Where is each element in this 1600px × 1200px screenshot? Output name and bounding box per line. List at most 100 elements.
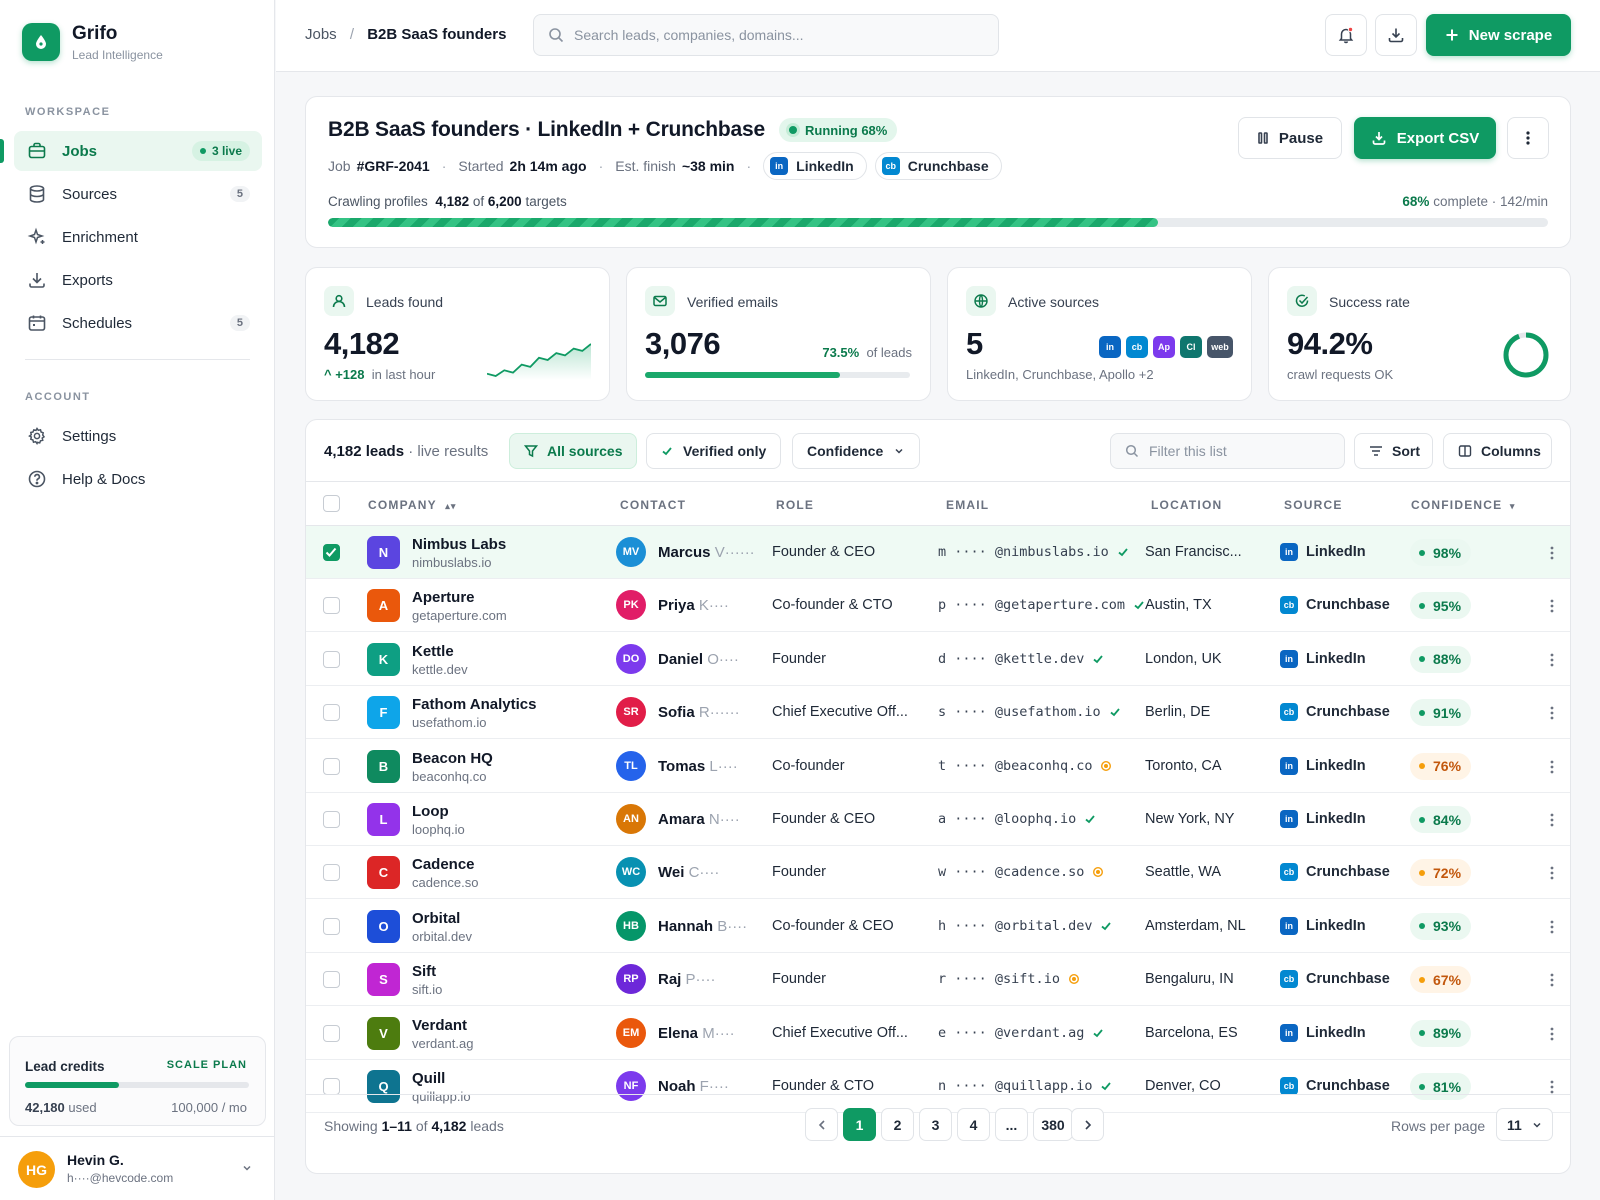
sidebar-item-help[interactable]: Help & Docs	[14, 459, 262, 499]
row-more-icon[interactable]	[1542, 703, 1562, 723]
contact-email[interactable]: t ···· @beaconhq.co	[938, 758, 1112, 774]
row-checkbox[interactable]	[323, 704, 340, 722]
column-role[interactable]: ROLE	[776, 498, 814, 512]
download-button[interactable]	[1375, 14, 1417, 56]
table-row[interactable]: L Loop loophq.io AN Amara N···· Founder …	[306, 793, 1570, 846]
source-pill-linkedin[interactable]: in LinkedIn	[763, 152, 867, 180]
next-page-button[interactable]	[1071, 1108, 1104, 1141]
company-name[interactable]: Orbital	[412, 910, 460, 927]
company-name[interactable]: Quill	[412, 1070, 445, 1087]
contact-email[interactable]: p ···· @getaperture.com	[938, 597, 1145, 613]
row-more-icon[interactable]	[1542, 596, 1562, 616]
contact-email[interactable]: w ···· @cadence.so	[938, 864, 1104, 880]
row-more-icon[interactable]	[1542, 543, 1562, 563]
table-row[interactable]: N Nimbus Labs nimbuslabs.io MV Marcus V·…	[306, 526, 1570, 579]
row-checkbox[interactable]	[323, 1078, 340, 1095]
company-name[interactable]: Verdant	[412, 1017, 467, 1034]
row-checkbox[interactable]	[323, 917, 340, 935]
contact-name[interactable]: Raj P····	[658, 971, 716, 988]
table-row[interactable]: O Orbital orbital.dev HB Hannah B···· Co…	[306, 900, 1570, 953]
table-row[interactable]: B Beacon HQ beaconhq.co TL Tomas L···· C…	[306, 740, 1570, 793]
notifications-button[interactable]	[1325, 14, 1367, 56]
company-name[interactable]: Cadence	[412, 856, 475, 873]
filter-all-sources[interactable]: All sources	[509, 433, 638, 469]
contact-email[interactable]: e ···· @verdant.ag	[938, 1025, 1104, 1041]
row-checkbox[interactable]	[323, 544, 340, 561]
contact-email[interactable]: m ···· @nimbuslabs.io	[938, 544, 1129, 560]
contact-email[interactable]: h ···· @orbital.dev	[938, 918, 1112, 934]
sidebar-item-schedules[interactable]: Schedules 5	[14, 303, 262, 343]
contact-name[interactable]: Wei C····	[658, 864, 719, 881]
search-input[interactable]: Search leads, companies, domains...	[533, 14, 999, 56]
sidebar-item-exports[interactable]: Exports	[14, 260, 262, 300]
table-row[interactable]: C Cadence cadence.so WC Wei C···· Founde…	[306, 846, 1570, 900]
company-name[interactable]: Aperture	[412, 589, 475, 606]
select-all-checkbox[interactable]	[323, 495, 340, 512]
row-more-icon[interactable]	[1542, 863, 1562, 883]
row-checkbox[interactable]	[323, 650, 340, 668]
pause-button[interactable]: Pause	[1238, 117, 1342, 159]
contact-name[interactable]: Amara N····	[658, 811, 740, 828]
export-csv-button[interactable]: Export CSV	[1354, 117, 1496, 159]
company-name[interactable]: Kettle	[412, 643, 454, 660]
table-row[interactable]: V Verdant verdant.ag EM Elena M···· Chie…	[306, 1007, 1570, 1060]
company-name[interactable]: Fathom Analytics	[412, 696, 536, 713]
column-location[interactable]: LOCATION	[1151, 498, 1222, 512]
contact-email[interactable]: d ···· @kettle.dev	[938, 651, 1104, 667]
logo[interactable]	[22, 23, 60, 61]
contact-email[interactable]: s ···· @usefathom.io	[938, 704, 1121, 720]
sidebar-item-sources[interactable]: Sources 5	[14, 174, 262, 214]
column-contact[interactable]: CONTACT	[620, 498, 686, 512]
company-name[interactable]: Beacon HQ	[412, 750, 493, 767]
row-checkbox[interactable]	[323, 597, 340, 615]
sidebar-item-settings[interactable]: Settings	[14, 416, 262, 456]
page-button[interactable]: 3	[919, 1108, 952, 1141]
table-row[interactable]: A Aperture getaperture.com PK Priya K···…	[306, 579, 1570, 633]
contact-email[interactable]: n ···· @quillapp.io	[938, 1078, 1112, 1094]
row-more-icon[interactable]	[1542, 917, 1562, 937]
page-button[interactable]: 380	[1033, 1108, 1073, 1141]
column-confidence[interactable]: CONFIDENCE ▾	[1411, 498, 1516, 512]
company-name[interactable]: Sift	[412, 963, 436, 980]
prev-page-button[interactable]	[805, 1108, 838, 1141]
filter-verified-only[interactable]: Verified only	[646, 433, 782, 469]
row-checkbox[interactable]	[323, 1024, 340, 1042]
page-button[interactable]: 2	[881, 1108, 914, 1141]
more-button[interactable]	[1507, 117, 1549, 159]
contact-name[interactable]: Daniel O····	[658, 651, 739, 668]
rows-per-page-select[interactable]: 11	[1496, 1108, 1553, 1141]
sidebar-item-jobs[interactable]: Jobs 3 live	[14, 131, 262, 171]
column-company[interactable]: COMPANY ▴▾	[368, 498, 457, 512]
row-more-icon[interactable]	[1542, 1024, 1562, 1044]
row-checkbox[interactable]	[323, 864, 340, 882]
filter-list-input[interactable]: Filter this list	[1110, 433, 1345, 469]
columns-button[interactable]: Columns	[1443, 433, 1552, 469]
row-checkbox[interactable]	[323, 971, 340, 989]
contact-name[interactable]: Priya K····	[658, 597, 729, 614]
column-source[interactable]: SOURCE	[1284, 498, 1343, 512]
company-name[interactable]: Nimbus Labs	[412, 536, 506, 553]
row-more-icon[interactable]	[1542, 970, 1562, 990]
contact-email[interactable]: r ···· @sift.io	[938, 971, 1080, 987]
contact-name[interactable]: Tomas L····	[658, 758, 738, 775]
source-pill-crunchbase[interactable]: cb Crunchbase	[874, 152, 1002, 180]
user-menu[interactable]: HG Hevin G. h····@hevcode.com	[0, 1136, 275, 1200]
company-name[interactable]: Loop	[412, 803, 449, 820]
contact-name[interactable]: Elena M····	[658, 1025, 735, 1042]
new-scrape-button[interactable]: New scrape	[1426, 14, 1571, 56]
contact-name[interactable]: Marcus V······	[658, 544, 755, 561]
row-checkbox[interactable]	[323, 811, 340, 828]
sort-button[interactable]: Sort	[1354, 433, 1433, 469]
contact-name[interactable]: Sofia R······	[658, 704, 740, 721]
contact-name[interactable]: Noah F····	[658, 1078, 729, 1095]
contact-email[interactable]: a ···· @loophq.io	[938, 811, 1096, 827]
row-more-icon[interactable]	[1542, 757, 1562, 777]
table-row[interactable]: S Sift sift.io RP Raj P···· Founder r ··…	[306, 953, 1570, 1007]
filter-confidence[interactable]: Confidence	[792, 433, 921, 469]
contact-name[interactable]: Hannah B····	[658, 918, 747, 935]
breadcrumb-root[interactable]: Jobs	[305, 26, 337, 43]
page-button[interactable]: 1	[843, 1108, 876, 1141]
row-checkbox[interactable]	[323, 757, 340, 775]
row-more-icon[interactable]	[1542, 650, 1562, 670]
sidebar-item-enrichment[interactable]: Enrichment	[14, 217, 262, 257]
